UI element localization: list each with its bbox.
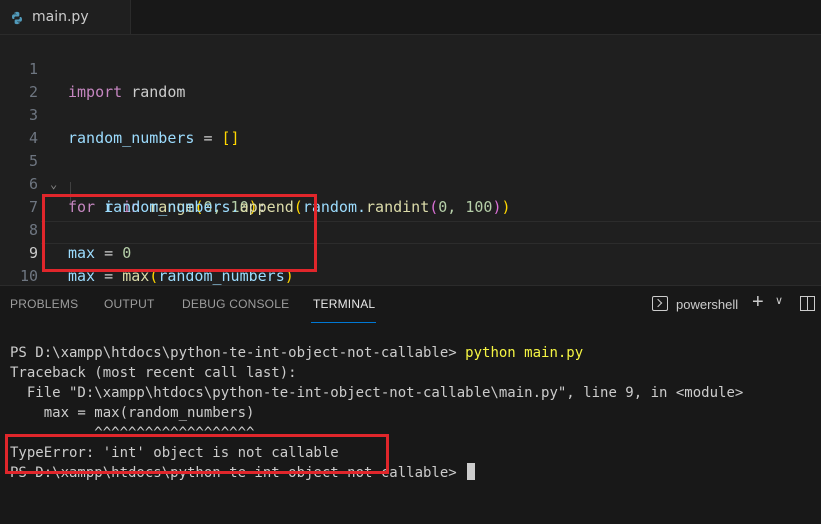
chevron-down-icon[interactable]: ∨ (775, 294, 783, 307)
bottom-panel: PROBLEMS OUTPUT DEBUG CONSOLE TERMINAL p… (0, 285, 821, 524)
terminal-line: File "D:\xampp\htdocs\python-te-int-obje… (10, 385, 744, 401)
plus-icon[interactable]: + (752, 291, 764, 313)
code-line-7: 7 (0, 173, 821, 216)
terminal-line: Traceback (most recent call last): (10, 365, 297, 381)
split-terminal-icon[interactable] (800, 296, 815, 311)
error-highlight-box (5, 434, 389, 474)
tab-main-py[interactable]: main.py (0, 0, 131, 34)
tab-terminal[interactable]: TERMINAL (313, 297, 375, 311)
prompt: PS D:\xampp\htdocs\python-te-int-object-… (10, 345, 466, 361)
code-line-5: 5 ⌄ for i in range(0, 10): (0, 127, 821, 216)
code-editor[interactable]: 1 import random 2 3 random_numbers = [] … (0, 35, 821, 308)
code-line-2: 2 (0, 58, 821, 101)
command: python main.py (465, 345, 584, 361)
terminal-line: max = max(random_numbers) (10, 405, 255, 421)
code-line-1: 1 import random (0, 35, 821, 101)
terminal-cursor (467, 463, 476, 480)
tab-debug-console[interactable]: DEBUG CONSOLE (182, 297, 289, 311)
terminal-icon[interactable] (652, 296, 668, 311)
terminal-line: PS D:\xampp\htdocs\python-te-int-object-… (10, 343, 583, 363)
code-highlight-box (42, 194, 317, 272)
editor-tab-bar: main.py (0, 0, 821, 35)
active-tab-indicator (311, 322, 376, 323)
python-icon (12, 11, 22, 25)
code-line-4: 4 (0, 104, 821, 147)
code-line-6: 6 random_numbers.append(random.randint(0… (0, 150, 821, 216)
shell-selector[interactable]: powershell (676, 297, 738, 312)
tab-output[interactable]: OUTPUT (104, 297, 155, 311)
code-line-3: 3 random_numbers = [] (0, 81, 821, 147)
tab-label: main.py (32, 9, 89, 25)
tab-problems[interactable]: PROBLEMS (10, 297, 78, 311)
